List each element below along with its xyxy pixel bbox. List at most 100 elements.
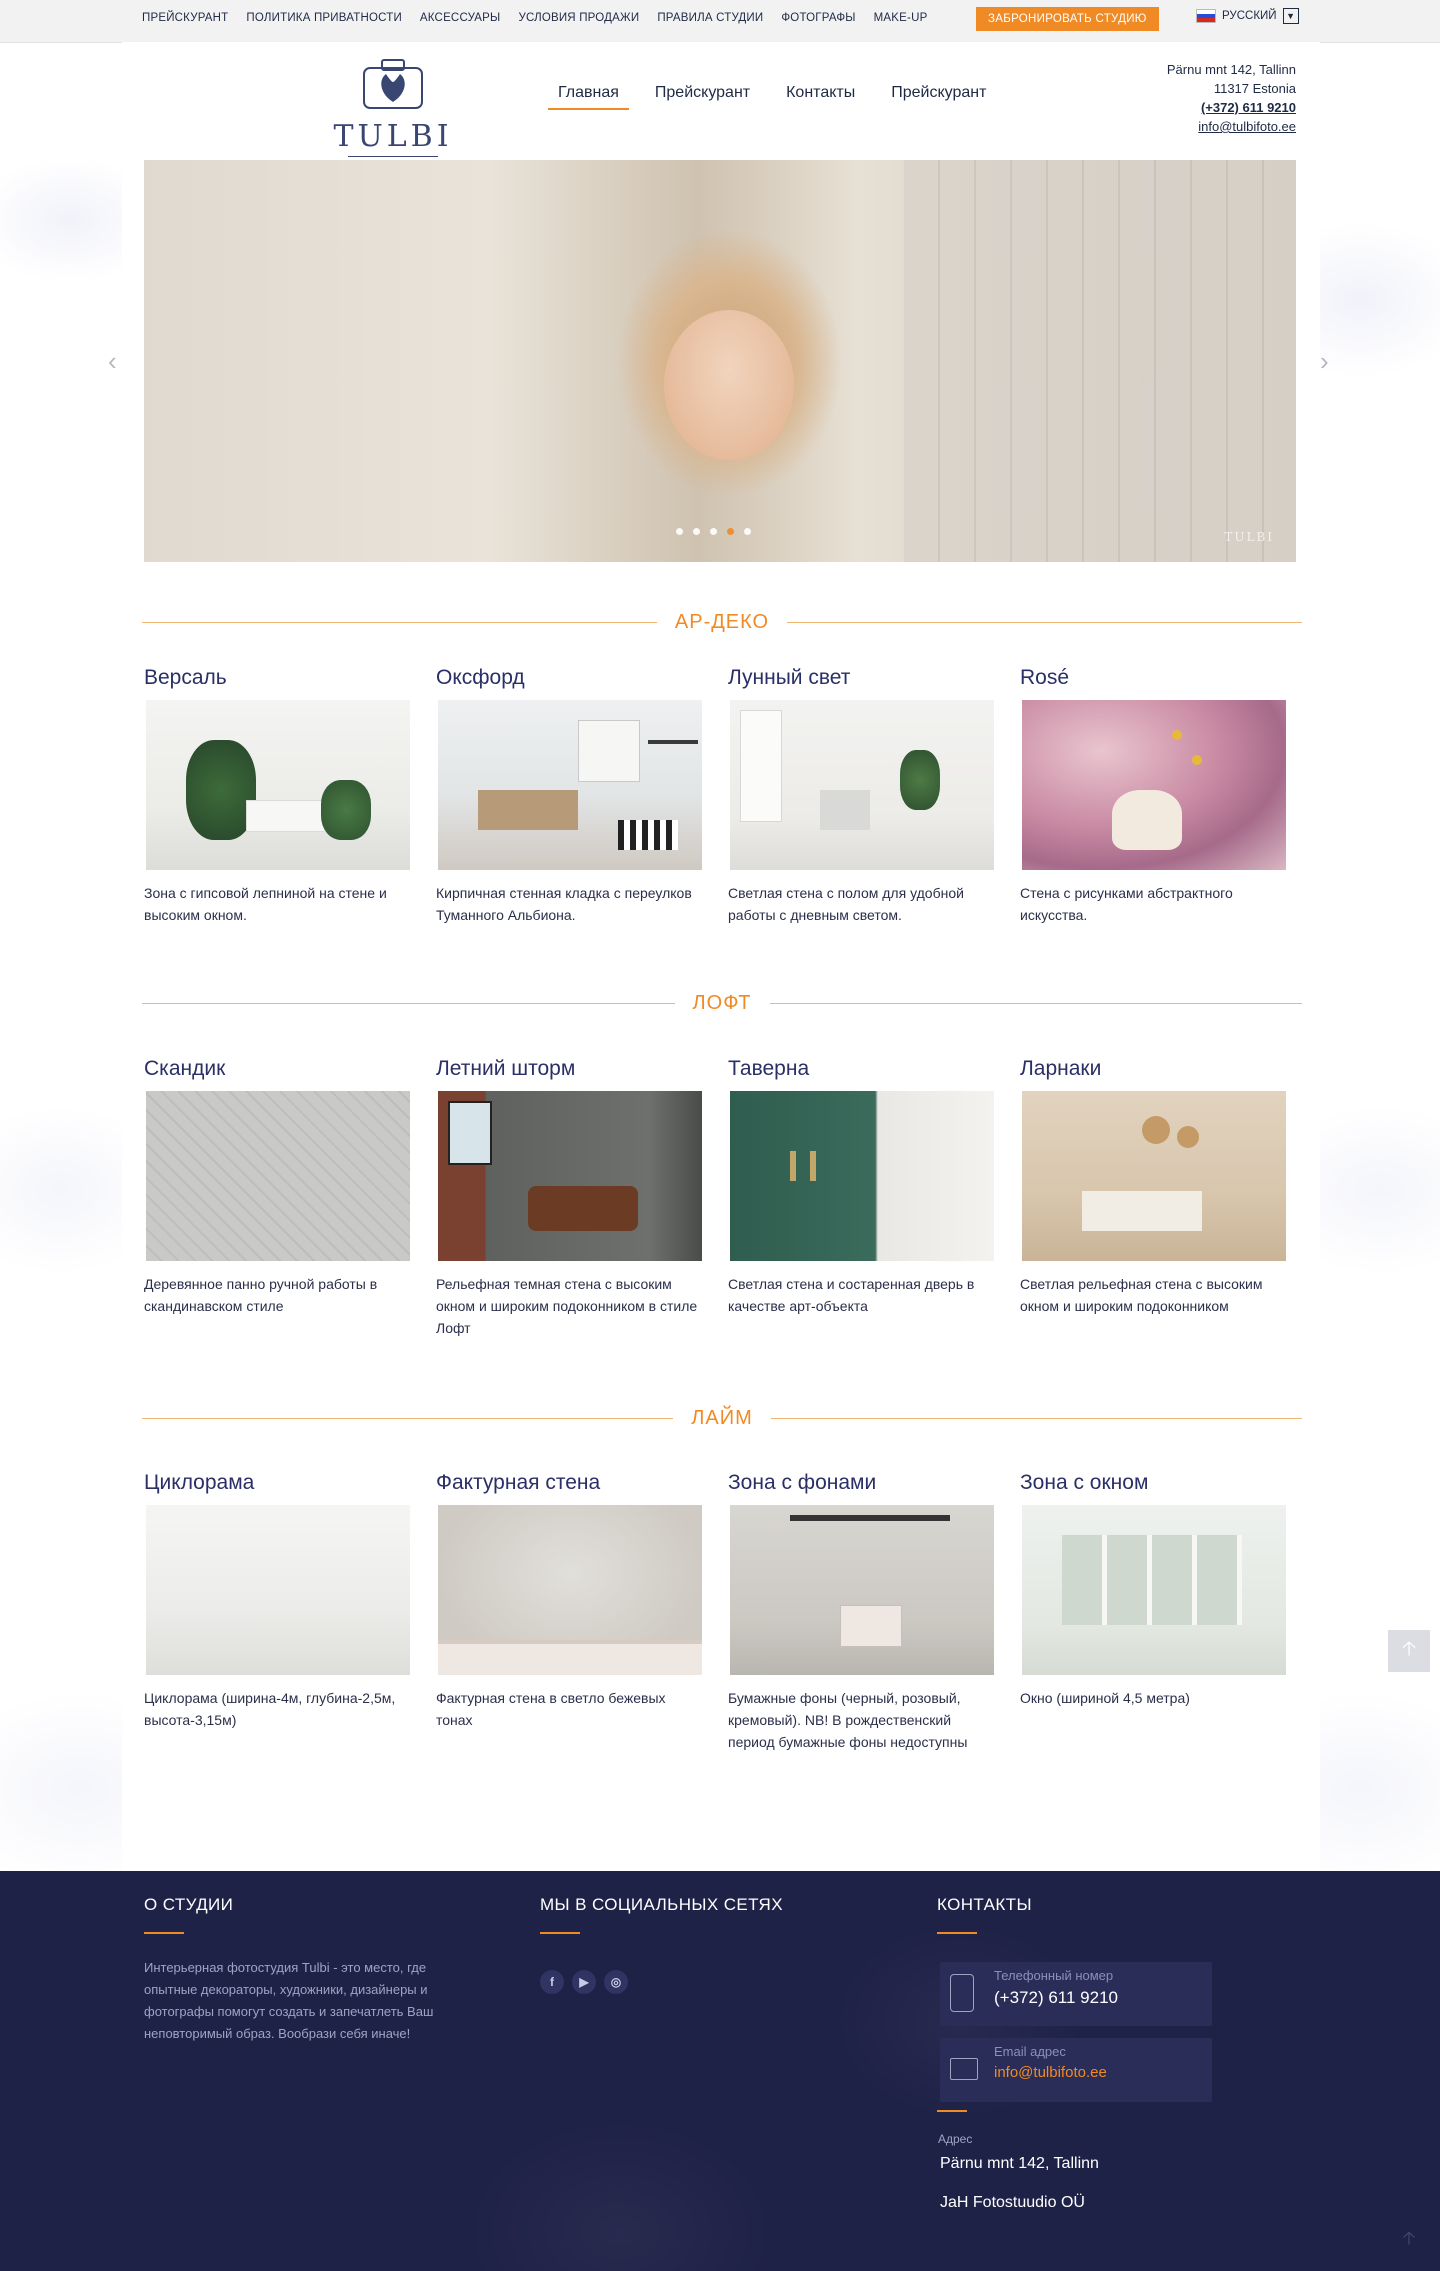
studio-card[interactable]: Фактурная стена Фактурная стена в светло…: [426, 1469, 718, 1753]
address-label: Адрес: [938, 2132, 973, 2146]
hero-slider[interactable]: TULBI: [144, 160, 1296, 562]
card-photo[interactable]: [438, 700, 702, 870]
footer: [0, 1871, 1440, 2271]
studio-card[interactable]: Оксфорд Кирпичная стенная кладка с переу…: [426, 664, 718, 926]
header-phone-link[interactable]: (+372) 611 9210: [1138, 98, 1296, 117]
divider: [142, 1002, 675, 1004]
top-link-sale-terms[interactable]: УСЛОВИЯ ПРОДАЖИ: [512, 8, 645, 28]
card-photo[interactable]: [146, 1505, 410, 1675]
card-title[interactable]: Зона с фонами: [728, 1469, 1000, 1497]
studio-card[interactable]: Версаль Зона с гипсовой лепниной на стен…: [134, 664, 426, 926]
section-heading: ЛАЙМ: [691, 1406, 753, 1429]
mail-icon: [950, 2058, 978, 2080]
book-studio-button[interactable]: ЗАБРОНИРОВАТЬ СТУДИЮ: [976, 7, 1159, 31]
card-title[interactable]: Скандик: [144, 1055, 416, 1083]
slider-dot[interactable]: [693, 528, 700, 535]
footer-contacts-title: КОНТАКТЫ: [937, 1895, 1032, 1914]
section-heading: ЛОФТ: [692, 991, 752, 1014]
footer-about-title: О СТУДИИ: [144, 1895, 234, 1914]
top-link-makeup[interactable]: MAKE-UP: [868, 8, 934, 28]
facebook-icon[interactable]: f: [540, 1970, 564, 1994]
slider-dot[interactable]: [676, 528, 683, 535]
youtube-icon[interactable]: ▶: [572, 1970, 596, 1994]
footer-email-box[interactable]: Email адрес info@tulbifoto.ee: [940, 2038, 1212, 2102]
card-description: Бумажные фоны (черный, розовый, кремовый…: [728, 1690, 968, 1750]
studio-card[interactable]: Зона с фонами Бумажные фоны (черный, роз…: [718, 1469, 1010, 1753]
slider-dot-active[interactable]: [727, 528, 734, 535]
footer-underline: [540, 1932, 580, 1934]
studio-card[interactable]: Rosé Стена с рисунками абстрактного иску…: [1010, 664, 1302, 926]
card-photo[interactable]: [1022, 700, 1286, 870]
header-contact: Pärnu mnt 142, Tallinn 11317 Estonia (+3…: [1138, 60, 1296, 136]
footer-address: Pärnu mnt 142, Tallinn: [940, 2155, 1099, 2172]
footer-about-text: Интерьерная фотостудия Tulbi - это место…: [144, 1960, 434, 2041]
top-link-accessories[interactable]: АКСЕССУАРЫ: [414, 8, 507, 28]
studio-card[interactable]: Таверна Светлая стена и состаренная двер…: [718, 1055, 1010, 1339]
card-photo[interactable]: [730, 700, 994, 870]
footer-company: JaH Fotostuudio OÜ: [940, 2194, 1085, 2211]
footer-email-value[interactable]: info@tulbifoto.ee: [994, 2064, 1107, 2081]
chevron-down-icon[interactable]: ▼: [1282, 8, 1299, 24]
top-link-photographers[interactable]: ФОТОГРАФЫ: [775, 8, 861, 28]
card-title[interactable]: Версаль: [144, 664, 416, 692]
studio-card[interactable]: Летний шторм Рельефная темная стена с вы…: [426, 1055, 718, 1339]
section-title-art-deco: АР-ДЕКО: [142, 602, 1302, 642]
card-description: Зона с гипсовой лепниной на стене и высо…: [144, 885, 387, 923]
card-title[interactable]: Летний шторм: [436, 1055, 708, 1083]
studio-card[interactable]: Ларнаки Светлая рельефная стена с высоки…: [1010, 1055, 1302, 1339]
language-label[interactable]: РУССКИЙ: [1222, 10, 1277, 22]
studio-card[interactable]: Лунный свет Светлая стена с полом для уд…: [718, 664, 1010, 926]
email-label: Email адрес: [994, 2044, 1066, 2059]
nav-pricelist[interactable]: Прейскурант: [645, 78, 760, 110]
studio-card[interactable]: Циклорама Циклорама (ширина-4м, глубина-…: [134, 1469, 426, 1753]
card-description: Фактурная стена в светло бежевых тонах: [436, 1690, 666, 1728]
header-email-link[interactable]: info@tulbifoto.ee: [1138, 117, 1296, 136]
footer-underline: [937, 1932, 977, 1934]
nav-pricelist-2[interactable]: Прейскурант: [881, 78, 996, 110]
header-address-line1: Pärnu mnt 142, Tallinn: [1166, 62, 1296, 77]
footer-phone-box[interactable]: Телефонный номер (+372) 611 9210: [940, 1962, 1212, 2026]
card-photo[interactable]: [146, 700, 410, 870]
top-link-pricelist[interactable]: ПРЕЙСКУРАНТ: [136, 8, 234, 28]
card-title[interactable]: Лунный свет: [728, 664, 1000, 692]
scroll-to-top-button[interactable]: 🡡: [1388, 1630, 1430, 1672]
arrow-up-icon[interactable]: 🡡: [1394, 2226, 1424, 2256]
card-title[interactable]: Зона с окном: [1020, 1469, 1292, 1497]
slider-dot[interactable]: [744, 528, 751, 535]
footer-underline: [144, 1932, 184, 1934]
card-title[interactable]: Циклорама: [144, 1469, 416, 1497]
card-title[interactable]: Фактурная стена: [436, 1469, 708, 1497]
card-title[interactable]: Ларнаки: [1020, 1055, 1292, 1083]
card-photo[interactable]: [146, 1091, 410, 1261]
slider-next-arrow-icon[interactable]: ›: [1320, 346, 1329, 377]
card-photo[interactable]: [730, 1091, 994, 1261]
card-title[interactable]: Rosé: [1020, 664, 1292, 692]
nav-home[interactable]: Главная: [548, 78, 629, 110]
nav-contacts[interactable]: Контакты: [776, 78, 865, 110]
instagram-icon[interactable]: ◎: [604, 1970, 628, 1994]
footer-phone-value[interactable]: (+372) 611 9210: [994, 1988, 1118, 2008]
footer-underline: [937, 2110, 967, 2112]
phone-icon: [950, 1974, 974, 2012]
slider-prev-arrow-icon[interactable]: ‹: [108, 346, 117, 377]
section-heading: АР-ДЕКО: [674, 610, 770, 633]
card-description: Циклорама (ширина-4м, глубина-2,5м, высо…: [144, 1690, 396, 1728]
divider: [770, 1417, 1302, 1419]
language-selector[interactable]: РУССКИЙ ▼: [1196, 8, 1299, 24]
card-photo[interactable]: [438, 1505, 702, 1675]
top-link-studio-rules[interactable]: ПРАВИЛА СТУДИИ: [651, 8, 769, 28]
divider: [787, 621, 1302, 623]
card-photo[interactable]: [1022, 1505, 1286, 1675]
card-photo[interactable]: [730, 1505, 994, 1675]
footer-social-title: МЫ В СОЦИАЛЬНЫХ СЕТЯХ: [540, 1895, 783, 1914]
slider-dot[interactable]: [710, 528, 717, 535]
card-photo[interactable]: [1022, 1091, 1286, 1261]
studio-card[interactable]: Скандик Деревянное панно ручной работы в…: [134, 1055, 426, 1339]
card-description: Окно (шириной 4,5 метра): [1020, 1690, 1190, 1706]
card-photo[interactable]: [438, 1091, 702, 1261]
card-title[interactable]: Таверна: [728, 1055, 1000, 1083]
top-link-privacy[interactable]: ПОЛИТИКА ПРИВАТНОСТИ: [240, 8, 408, 28]
card-title[interactable]: Оксфорд: [436, 664, 708, 692]
studio-card[interactable]: Зона с окном Окно (шириной 4,5 метра): [1010, 1469, 1302, 1753]
card-description: Светлая рельефная стена с высоким окном …: [1020, 1276, 1263, 1314]
